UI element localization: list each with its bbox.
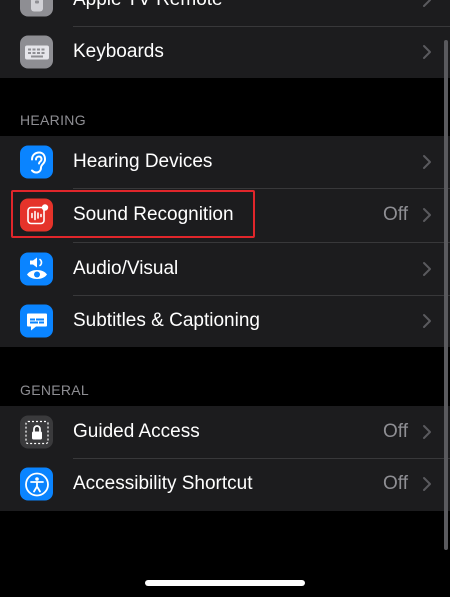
chevron-right-icon	[423, 314, 431, 328]
settings-row-value: Off	[383, 473, 408, 494]
top-group: Apple TV Remote Keyboards	[0, 0, 450, 78]
lock-icon	[20, 415, 53, 449]
settings-row-label: Guided Access	[73, 421, 200, 442]
settings-row-keyboards[interactable]: Keyboards	[0, 26, 450, 78]
general-group: Guided Access Off Accessibility Shortcut…	[0, 406, 450, 511]
settings-row-value: Off	[383, 204, 408, 225]
chevron-right-icon	[423, 477, 431, 491]
home-indicator[interactable]	[145, 580, 305, 586]
section-header-hearing: HEARING	[20, 112, 86, 128]
chevron-right-icon	[423, 261, 431, 276]
settings-row-value: Off	[383, 421, 408, 442]
settings-row-label: Sound Recognition	[73, 204, 234, 225]
settings-row-hearing-devices[interactable]: Hearing Devices	[0, 136, 450, 188]
settings-row-label: Keyboards	[73, 41, 164, 62]
accessibility-icon	[20, 467, 53, 501]
chevron-right-icon	[423, 45, 431, 59]
ear-icon	[20, 145, 53, 179]
settings-row-label: Hearing Devices	[73, 151, 213, 172]
settings-row-subtitles-captioning[interactable]: Subtitles & Captioning	[0, 295, 450, 347]
settings-row-label: Subtitles & Captioning	[73, 310, 260, 331]
hearing-group: Hearing Devices Sound Recognition Off Au…	[0, 136, 450, 347]
settings-row-audio-visual[interactable]: Audio/Visual	[0, 242, 450, 295]
captions-icon	[20, 304, 53, 338]
settings-row-label: Apple TV Remote	[73, 0, 223, 11]
chevron-right-icon	[423, 0, 431, 7]
accessibility-settings-screen: Apple TV Remote Keyboards HEARING Hearin…	[0, 0, 450, 597]
settings-row-label: Accessibility Shortcut	[73, 473, 253, 494]
settings-row-accessibility-shortcut[interactable]: Accessibility Shortcut Off	[0, 458, 450, 510]
chevron-right-icon	[423, 155, 431, 169]
apple-tv-remote-icon	[20, 0, 53, 17]
settings-row-guided-access[interactable]: Guided Access Off	[0, 406, 450, 458]
section-header-general: GENERAL	[20, 382, 90, 398]
chevron-right-icon	[423, 425, 431, 439]
settings-row-label: Audio/Visual	[73, 257, 179, 279]
keyboard-icon	[20, 35, 53, 69]
scrollbar[interactable]	[444, 40, 448, 550]
settings-row-sound-recognition[interactable]: Sound Recognition Off	[0, 188, 450, 242]
sound-recognition-icon	[20, 198, 53, 232]
settings-row-apple-tv-remote[interactable]: Apple TV Remote	[0, 0, 450, 26]
chevron-right-icon	[423, 208, 431, 222]
audio-visual-icon	[20, 252, 53, 285]
